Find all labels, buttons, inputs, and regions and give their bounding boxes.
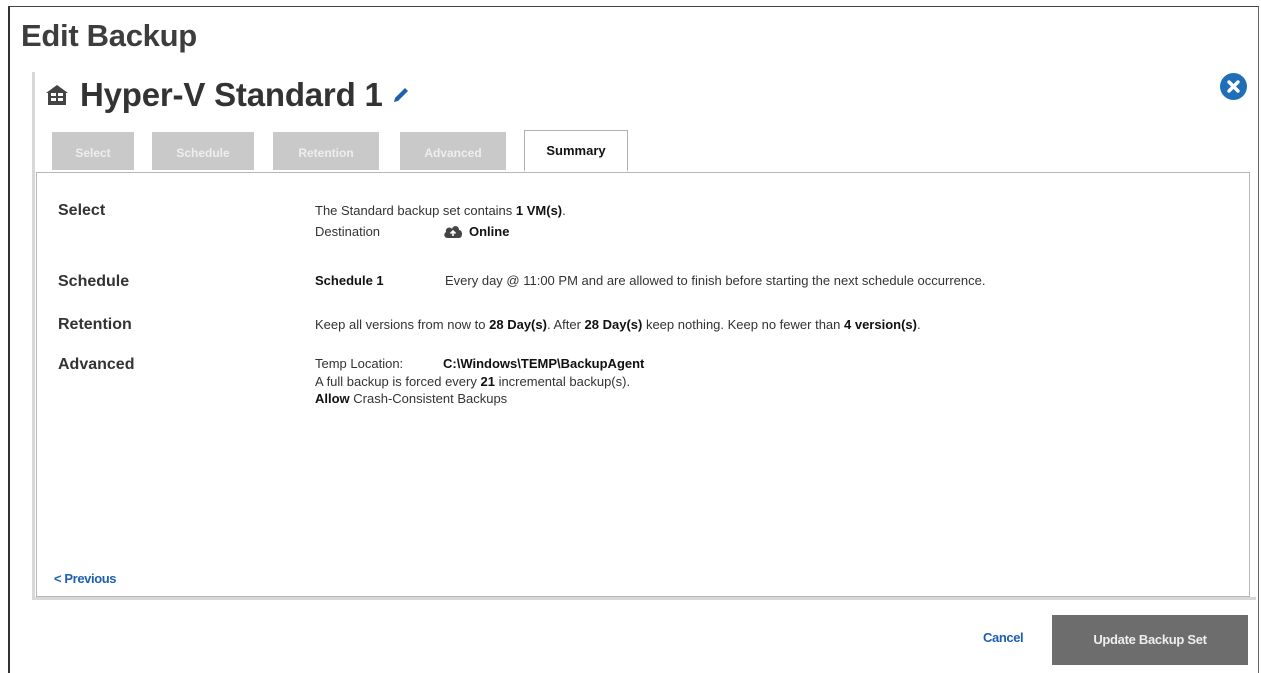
close-icon[interactable] [1220, 73, 1247, 100]
temp-location-label: Temp Location: [315, 356, 404, 371]
temp-location-value: C:\Windows\TEMP\BackupAgent [443, 356, 645, 371]
retention-text-2: . After [546, 317, 585, 332]
cancel-button[interactable]: Cancel [983, 630, 1024, 645]
full-backup-prefix: A full backup is forced every [315, 374, 481, 389]
destination-value: Online [469, 223, 510, 239]
retention-days-2: 28 Day(s) [584, 317, 643, 332]
schedule-summary: Schedule 1 Every day @ 11:00 PM and are a… [315, 273, 985, 288]
summary-panel: Select The Standard backup set contains … [36, 172, 1250, 597]
select-section-label: Select [58, 202, 106, 219]
crash-consistent-row: Allow Crash-Consistent Backups [315, 391, 507, 406]
page-title: Edit Backup [21, 18, 197, 53]
full-backup-suffix: incremental backup(s). [494, 374, 631, 389]
select-summary-suffix: . [562, 203, 566, 218]
tab-select[interactable]: Select [52, 132, 134, 170]
retention-text-4: . [916, 317, 921, 332]
cloud-icon [443, 223, 463, 239]
full-backup-count: 21 [480, 374, 495, 389]
tab-summary[interactable]: Summary [524, 130, 628, 172]
destination-label: Destination [315, 223, 381, 239]
retention-summary: Keep all versions from now to 28 Day(s).… [315, 317, 921, 332]
backup-set-title: Hyper-V Standard 1 [44, 76, 411, 114]
tab-advanced[interactable]: Advanced [400, 132, 506, 170]
retention-section-label: Retention [58, 316, 132, 333]
tab-schedule[interactable]: Schedule [152, 132, 254, 170]
retention-versions: 4 version(s) [844, 317, 917, 332]
tab-retention[interactable]: Retention [273, 132, 379, 170]
temp-location-row: Temp Location: C:\Windows\TEMP\BackupAgen… [315, 356, 644, 371]
select-summary-prefix: The Standard backup set contains [315, 203, 516, 218]
schedule-description: Every day @ 11:00 PM and are allowed to … [445, 273, 986, 288]
retention-text-3: keep nothing. Keep no fewer than [642, 317, 844, 332]
retention-text-1: Keep all versions from now to [315, 317, 490, 332]
backup-set-name: Hyper-V Standard 1 [80, 76, 383, 113]
crash-consistent-text: Crash-Consistent Backups [349, 391, 508, 406]
full-backup-row: A full backup is forced every 21 increme… [315, 374, 630, 389]
allow-word: Allow [315, 391, 350, 406]
pencil-icon[interactable] [391, 85, 411, 105]
select-summary-text: The Standard backup set contains 1 VM(s)… [315, 203, 566, 218]
virtual-machine-icon [44, 82, 70, 108]
schedule-section-label: Schedule [58, 273, 130, 290]
update-backup-set-button[interactable]: Update Backup Set [1052, 615, 1248, 665]
previous-link[interactable]: < Previous [54, 571, 117, 586]
destination-row: Destination Online [315, 223, 509, 239]
retention-days-1: 28 Day(s) [489, 317, 547, 332]
schedule-name: Schedule 1 [315, 273, 384, 288]
vm-count: 1 VM(s) [515, 203, 563, 218]
advanced-section-label: Advanced [58, 356, 135, 373]
